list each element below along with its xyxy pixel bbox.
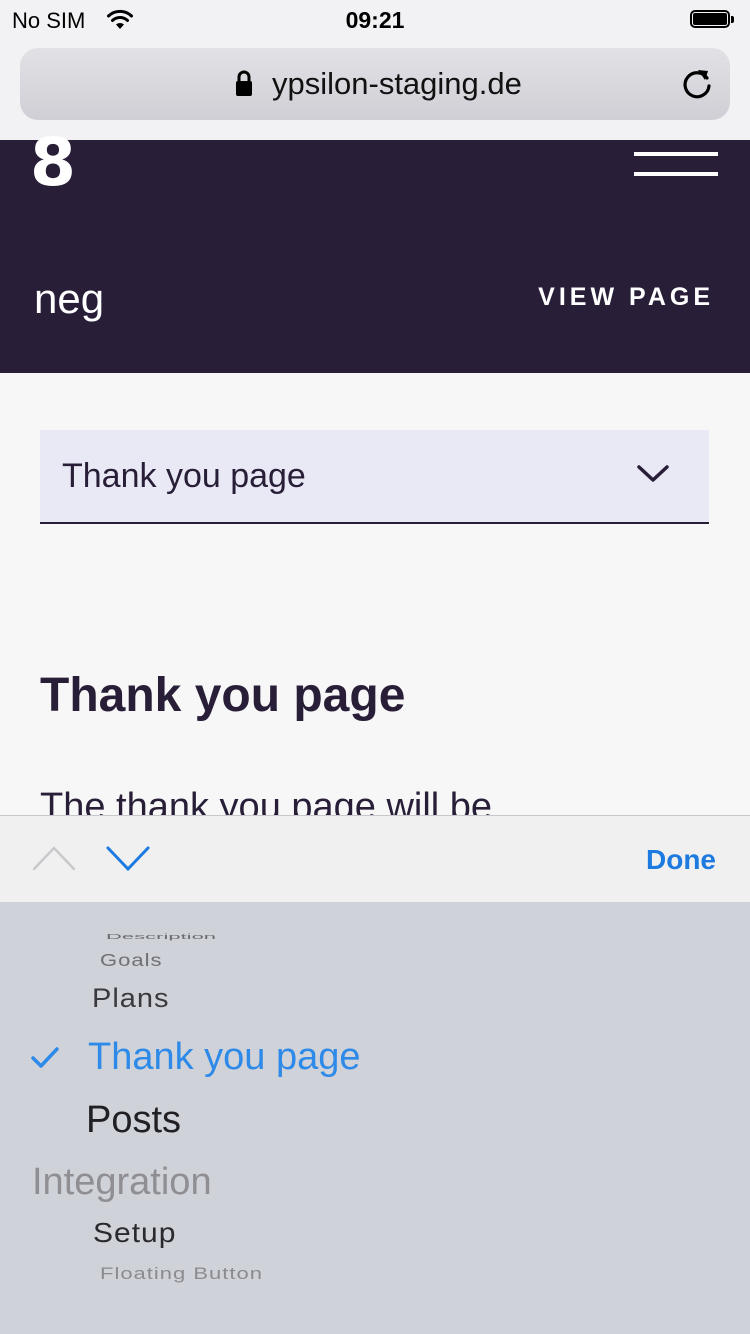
reload-icon[interactable]: [680, 64, 714, 102]
chevron-down-icon[interactable]: [106, 844, 150, 872]
url-text: ypsilon-staging.de: [272, 66, 522, 101]
picker-option[interactable]: Plans: [92, 984, 170, 1014]
site-header: 8 neg VIEW PAGE: [0, 130, 750, 373]
site-logo[interactable]: 8: [30, 130, 76, 196]
chevron-down-icon: [637, 465, 669, 482]
battery-icon: [690, 10, 736, 30]
page-description: The thank you page will be: [40, 786, 493, 816]
browser-chrome: ypsilon-staging.de: [0, 40, 750, 140]
clock: 09:21: [345, 7, 405, 33]
status-bar: No SIM 09:21: [0, 0, 750, 40]
picker-option-selected[interactable]: Thank you page: [88, 1036, 361, 1079]
picker-option[interactable]: Description: [106, 932, 216, 941]
picker-group-label: Integration: [32, 1161, 212, 1203]
picker-option[interactable]: Setup: [93, 1218, 176, 1249]
keyboard-accessory-bar: Done: [0, 815, 750, 903]
chevron-up-icon[interactable]: [32, 844, 76, 872]
picker-option[interactable]: Posts: [86, 1099, 181, 1142]
lock-icon: [236, 70, 252, 96]
picker-option[interactable]: Floating Button: [100, 1264, 263, 1284]
address-bar[interactable]: ypsilon-staging.de: [20, 48, 730, 120]
option-picker[interactable]: Description Goals Plans Thank you page P…: [0, 902, 750, 1334]
select-value: Thank you page: [62, 457, 306, 495]
page-title: Thank you page: [40, 669, 406, 722]
menu-icon[interactable]: [634, 152, 718, 176]
done-button[interactable]: Done: [646, 844, 716, 876]
project-name: neg: [34, 275, 105, 322]
checkmark-icon: [31, 1047, 59, 1068]
view-page-link[interactable]: VIEW PAGE: [538, 283, 714, 312]
page-select[interactable]: Thank you page: [40, 430, 709, 524]
picker-option[interactable]: Goals: [100, 950, 162, 971]
